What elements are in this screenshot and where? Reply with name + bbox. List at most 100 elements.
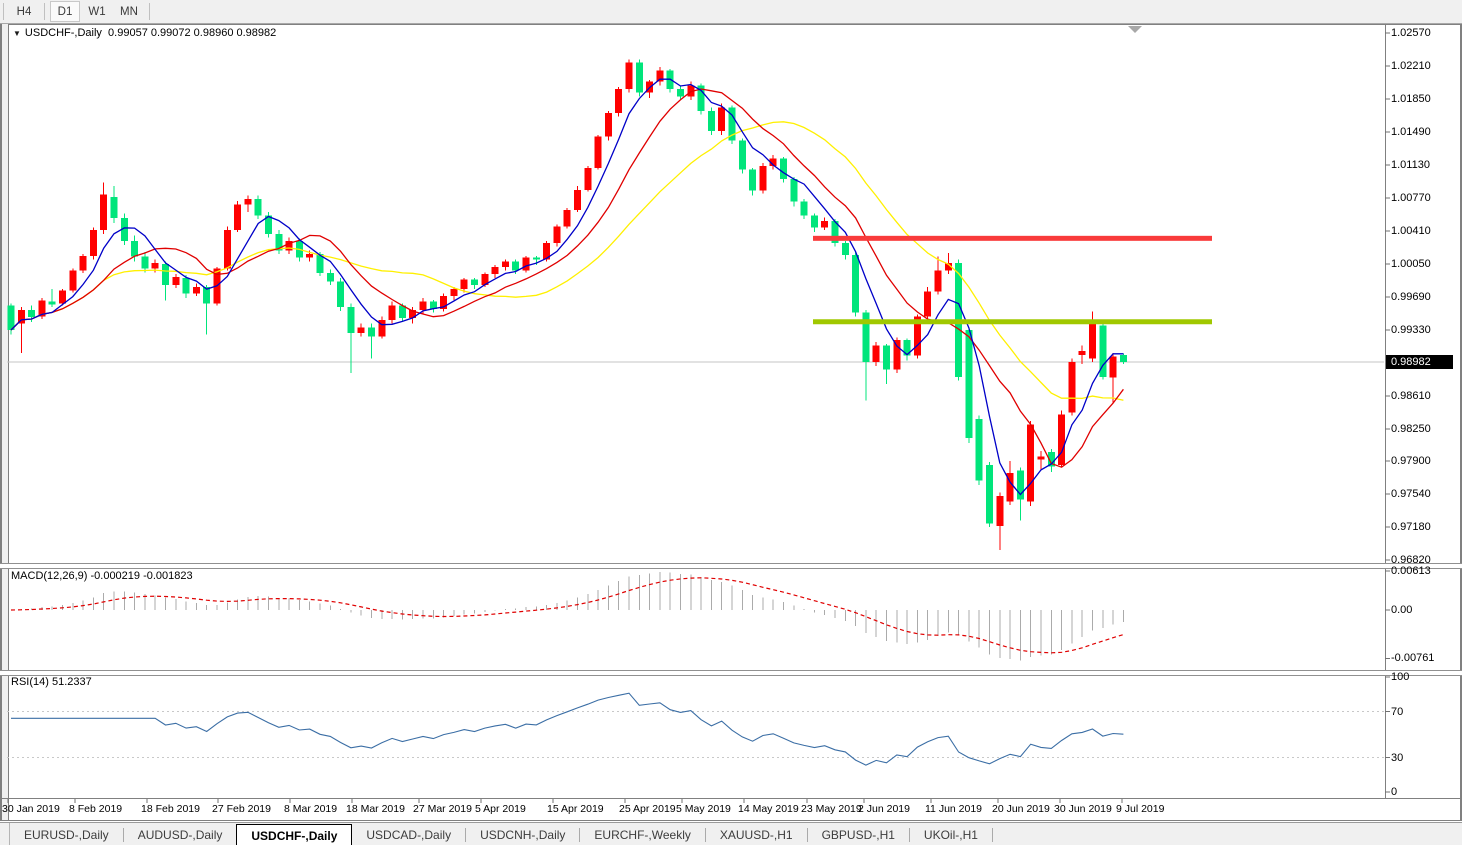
candle bbox=[28, 309, 36, 318]
date-axis-label: 5 Apr 2019 bbox=[475, 803, 526, 815]
rsi-axis-label: 30 bbox=[1391, 751, 1404, 764]
candle bbox=[718, 107, 726, 132]
chart-symbol-label: USDCHF-,Daily bbox=[24, 27, 102, 39]
candle bbox=[625, 62, 633, 89]
price-axis-label: 1.01850 bbox=[1391, 93, 1431, 105]
candle bbox=[1089, 322, 1096, 359]
candle bbox=[615, 88, 623, 113]
date-axis-label: 15 Apr 2019 bbox=[547, 803, 604, 815]
rsi-axis-label: 100 bbox=[1391, 671, 1410, 683]
macd-axis-label: 0.00613 bbox=[1391, 565, 1431, 578]
rsi-value: 51.2337 bbox=[51, 676, 92, 688]
candle bbox=[491, 266, 499, 275]
candle bbox=[162, 264, 169, 286]
candle bbox=[79, 255, 87, 271]
macd-axis-label: -0.00761 bbox=[1391, 652, 1435, 665]
date-axis-label: 20 Jun 2019 bbox=[992, 803, 1050, 815]
macd-title: MACD(12,26,9) -0.000219 -0.001823 bbox=[11, 570, 193, 582]
macd-signal-value: -0.001823 bbox=[143, 570, 193, 582]
candle bbox=[1068, 362, 1076, 413]
candle bbox=[151, 263, 159, 269]
rsi-axis-label: 70 bbox=[1391, 705, 1404, 718]
candle bbox=[584, 167, 592, 190]
date-axis-label: 11 Jun 2019 bbox=[925, 803, 983, 815]
macd-main-value: -0.000219 bbox=[90, 570, 141, 582]
candle bbox=[471, 279, 478, 286]
candle bbox=[192, 286, 200, 294]
candle bbox=[460, 279, 468, 289]
date-axis-label: 9 Jul 2019 bbox=[1116, 803, 1165, 815]
date-axis-label: 23 May 2019 bbox=[801, 803, 862, 815]
candle bbox=[553, 226, 561, 243]
candle bbox=[996, 495, 1004, 527]
symbol-dropdown-icon[interactable]: ▼ bbox=[13, 29, 21, 38]
price-chart-canvas[interactable] bbox=[0, 0, 1462, 845]
candle bbox=[1058, 414, 1066, 465]
candle bbox=[749, 169, 757, 191]
candle bbox=[347, 307, 355, 333]
candle bbox=[563, 209, 571, 227]
mt4-window: H4 D1 W1 MN ▼ USDCHF-,Daily 0.99057 0.99072 … bbox=[0, 0, 1462, 845]
rsi-title: RSI(14) 51.2337 bbox=[11, 676, 92, 688]
date-axis-label: 14 May 2019 bbox=[738, 803, 799, 815]
candle bbox=[594, 136, 602, 168]
candle bbox=[512, 261, 520, 271]
candle bbox=[69, 270, 77, 291]
support-line[interactable] bbox=[813, 319, 1212, 325]
price-axis-label: 0.97540 bbox=[1391, 488, 1431, 501]
chart-shift-marker-icon[interactable] bbox=[1128, 26, 1142, 33]
rsi-line bbox=[11, 692, 1124, 766]
candle bbox=[852, 254, 860, 313]
price-axis-label: 1.01130 bbox=[1391, 159, 1430, 171]
price-axis-label: 0.99690 bbox=[1391, 291, 1431, 303]
date-axis-label: 5 May 2019 bbox=[676, 803, 731, 815]
candle bbox=[89, 230, 97, 256]
date-axis-label: 27 Mar 2019 bbox=[413, 803, 472, 815]
candle bbox=[986, 464, 993, 524]
candle bbox=[841, 242, 849, 255]
candle bbox=[419, 301, 427, 310]
candle bbox=[924, 291, 932, 317]
resistance-line[interactable] bbox=[813, 235, 1212, 241]
candle bbox=[59, 290, 66, 304]
date-axis-label: 30 Jan 2019 bbox=[2, 803, 60, 815]
candle bbox=[780, 158, 787, 179]
price-axis-label: 0.99330 bbox=[1391, 324, 1431, 336]
date-axis-label: 8 Feb 2019 bbox=[69, 803, 123, 815]
date-axis-label: 8 Mar 2019 bbox=[284, 803, 338, 815]
candle bbox=[975, 418, 983, 481]
candle bbox=[1027, 424, 1035, 502]
macd-signal-line bbox=[10, 577, 1124, 654]
candle bbox=[141, 256, 149, 269]
candle bbox=[759, 165, 767, 191]
candle bbox=[172, 276, 180, 286]
candle bbox=[254, 198, 262, 216]
price-axis-label: 1.01490 bbox=[1391, 126, 1431, 138]
chart-title: ▼ USDCHF-,Daily 0.99057 0.99072 0.98960 0… bbox=[13, 27, 276, 39]
price-axis-label: 1.00770 bbox=[1391, 192, 1431, 204]
candle bbox=[635, 62, 643, 93]
candle bbox=[337, 281, 345, 308]
candle bbox=[501, 261, 509, 267]
candle bbox=[131, 241, 139, 257]
candle bbox=[244, 198, 252, 205]
date-axis-label: 27 Feb 2019 bbox=[212, 803, 271, 815]
candle bbox=[522, 257, 530, 271]
price-axis-label: 0.97180 bbox=[1391, 521, 1431, 534]
date-axis-label: 30 Jun 2019 bbox=[1054, 803, 1112, 815]
candle bbox=[934, 270, 942, 292]
candle bbox=[883, 345, 890, 370]
rsi-label: RSI(14) bbox=[11, 676, 49, 688]
candle bbox=[893, 340, 901, 370]
macd-axis-label: 0.00 bbox=[1391, 604, 1413, 616]
candle bbox=[1078, 351, 1086, 355]
date-axis-label: 18 Feb 2019 bbox=[141, 803, 200, 815]
price-axis-label: 1.02210 bbox=[1391, 60, 1431, 72]
candle bbox=[48, 301, 56, 305]
candle bbox=[574, 189, 581, 210]
price-axis-label: 1.02570 bbox=[1391, 27, 1431, 39]
candle bbox=[677, 88, 684, 97]
macd-label: MACD(12,26,9) bbox=[11, 570, 88, 582]
price-axis-label: 0.98610 bbox=[1391, 390, 1431, 402]
candle bbox=[821, 220, 829, 228]
